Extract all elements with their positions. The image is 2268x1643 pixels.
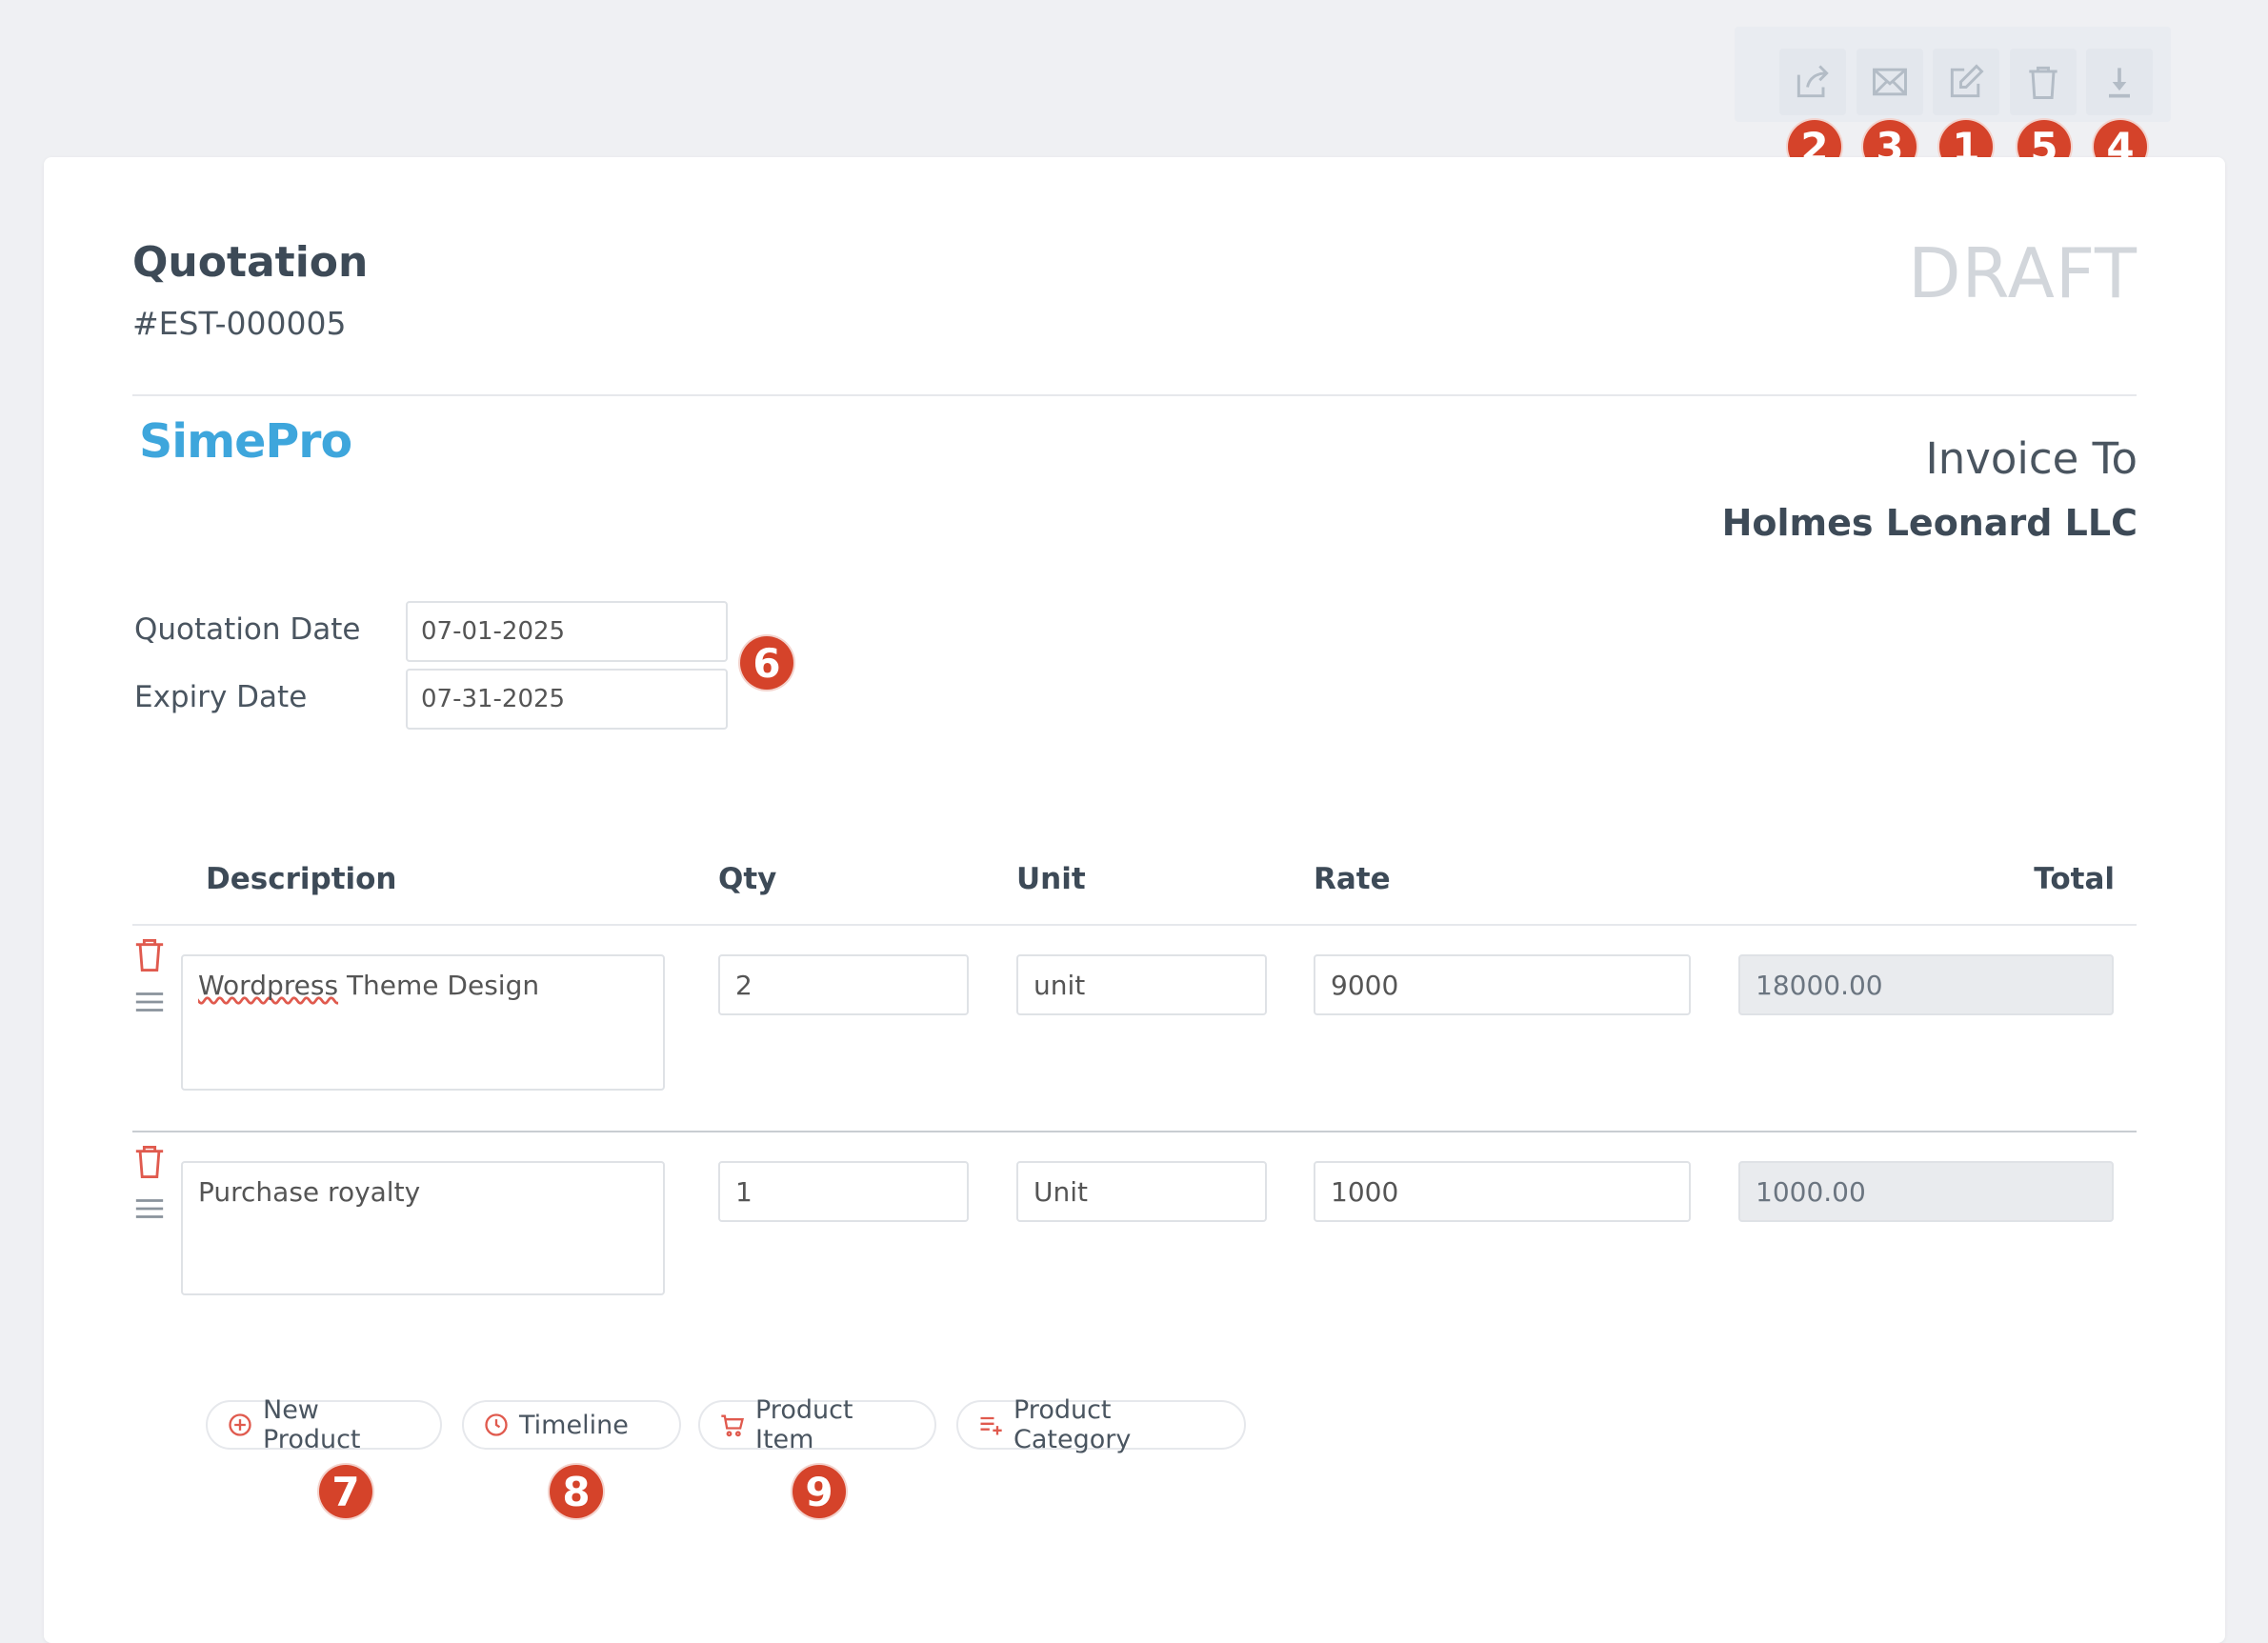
product-item-button[interactable]: Product Item [698, 1395, 936, 1454]
plus-circle-icon [229, 1413, 251, 1436]
delete-row-icon[interactable] [133, 1143, 166, 1181]
product-item-label: Product Item [755, 1395, 853, 1454]
quotation-card: Quotation #EST-000005 DRAFT SimePro Invo… [44, 157, 2225, 1643]
new-product-button[interactable]: New Product [206, 1395, 442, 1454]
edit-button[interactable] [1933, 49, 1999, 115]
expiry-date-field[interactable]: 07-31-2025 [406, 669, 728, 730]
rate-input[interactable]: 1000 [1314, 1161, 1691, 1222]
qty-input[interactable]: 1 [718, 1161, 969, 1222]
total-field: 18000.00 [1738, 954, 2114, 1015]
cart-icon [721, 1414, 744, 1437]
client-name: Holmes Leonard LLC [1721, 502, 2138, 544]
delete-row-icon[interactable] [133, 936, 166, 974]
new-product-label: New Product [263, 1395, 361, 1454]
description-text: Purchase royalty [198, 1176, 421, 1208]
marker-7: 7 [319, 1465, 372, 1518]
playlist-add-icon [980, 1416, 1002, 1435]
marker-9: 9 [793, 1465, 846, 1518]
mail-icon [1873, 68, 1907, 96]
trash-icon [2029, 66, 2057, 99]
company-logo: SimePro [139, 414, 352, 469]
row-divider [132, 1131, 2137, 1132]
action-toolbar [1735, 27, 2171, 122]
email-button[interactable] [1857, 49, 1923, 115]
marker-8: 8 [550, 1465, 603, 1518]
quotation-date-label: Quotation Date [134, 612, 361, 647]
clock-icon [485, 1413, 508, 1436]
marker-6: 6 [740, 636, 793, 690]
share-icon [1796, 65, 1829, 98]
document-number: #EST-000005 [132, 305, 347, 342]
description-text: Wordpress Theme Design [198, 970, 540, 1001]
product-category-label: Product Category [1014, 1395, 1132, 1454]
header-divider [132, 394, 2137, 396]
total-field: 1000.00 [1738, 1161, 2114, 1222]
status-label: DRAFT [1908, 233, 2138, 313]
quotation-date-field[interactable]: 07-01-2025 [406, 601, 728, 662]
share-button[interactable] [1779, 49, 1846, 115]
expiry-date-label: Expiry Date [134, 680, 308, 714]
unit-input[interactable]: Unit [1016, 1161, 1267, 1222]
description-input[interactable]: Purchase royalty [181, 1161, 665, 1295]
timeline-label: Timeline [519, 1410, 629, 1440]
delete-button[interactable] [2010, 49, 2077, 115]
description-input[interactable]: Wordpress Theme Design [181, 954, 665, 1091]
qty-input[interactable]: 2 [718, 954, 969, 1015]
column-header-rate: Rate [1314, 862, 1391, 896]
column-header-qty: Qty [718, 862, 777, 896]
table-header-divider [132, 924, 2137, 926]
invoice-to-label: Invoice To [1925, 433, 2138, 484]
column-header-unit: Unit [1016, 862, 1086, 896]
drag-handle-icon[interactable] [133, 990, 166, 1014]
document-title: Quotation [132, 238, 369, 287]
column-header-description: Description [206, 862, 397, 896]
unit-input[interactable]: unit [1016, 954, 1267, 1015]
download-icon [2109, 68, 2130, 98]
column-header-total: Total [2034, 862, 2115, 896]
rate-input[interactable]: 9000 [1314, 954, 1691, 1015]
download-button[interactable] [2086, 49, 2153, 115]
timeline-button[interactable]: Timeline [462, 1400, 681, 1450]
drag-handle-icon[interactable] [133, 1196, 166, 1221]
edit-icon [1950, 64, 1984, 98]
product-category-button[interactable]: Product Category [956, 1395, 1246, 1454]
